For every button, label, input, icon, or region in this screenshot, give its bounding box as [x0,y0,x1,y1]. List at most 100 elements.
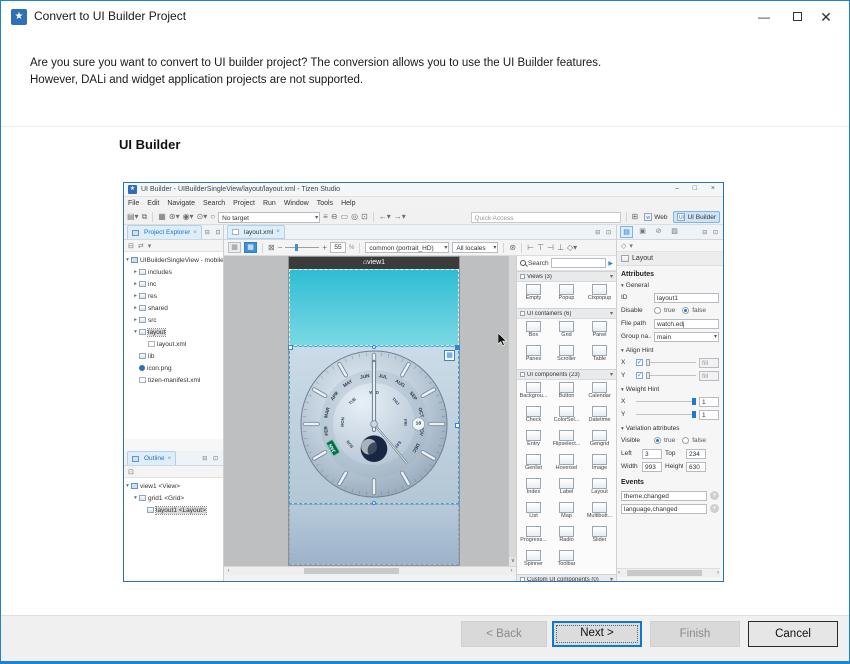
debug-icon[interactable]: ⊛▾ [169,212,180,222]
selection-handle[interactable] [372,501,376,505]
zoom-slider-handle[interactable] [295,244,298,251]
disable-true-radio[interactable] [654,307,661,314]
outline-tab[interactable]: Outline × [127,451,176,465]
selection-handle[interactable] [455,423,460,428]
scroll-left-icon[interactable]: ‹ [224,567,233,575]
zoom-out-icon[interactable]: − [278,243,283,253]
weight-x-slider[interactable] [636,401,696,402]
design-view-toggle-icon[interactable]: ▦ [228,242,241,253]
palette-item[interactable]: Entry [517,429,550,453]
expander-icon[interactable]: ▾ [132,329,139,335]
align-y-slider[interactable] [646,375,696,376]
scrollbar-thumb[interactable] [627,570,702,576]
palette-item[interactable]: Toolbar [550,549,583,573]
collapse-section-icon[interactable]: ▾ [610,273,613,280]
profile-selector[interactable]: common (portrait_HD) [365,242,449,253]
menu-item[interactable]: Navigate [167,200,195,207]
align-right-icon[interactable]: ⊣ [547,243,554,253]
tree-row[interactable]: ▾layout [124,326,223,338]
tree-row[interactable]: icon.png [124,362,223,374]
visible-true-radio[interactable] [654,437,661,444]
next-button[interactable]: Next > [552,621,642,647]
tree-row[interactable]: ▸src [124,314,223,326]
palette-item[interactable]: Grid [550,320,583,344]
palette-section-views[interactable]: Views (3) ▾ [517,271,616,282]
export-tab-icon[interactable]: ▨ [668,226,681,238]
top-field[interactable]: 234 [686,449,706,459]
palette-item[interactable]: Empty [517,283,550,307]
menu-item[interactable]: Help [341,200,355,207]
align-y-value[interactable]: fill [699,371,719,381]
properties-horizontal-scrollbar[interactable]: ‹ › [617,568,720,577]
grid-region[interactable] [289,269,459,346]
expander-icon[interactable]: ▾ [132,495,139,501]
expander-icon[interactable]: ▾ [124,257,131,263]
tree-row[interactable]: ▸includes [124,266,223,278]
expander-icon[interactable]: ▸ [132,305,139,311]
canvas-horizontal-scrollbar[interactable]: ‹ › [224,566,516,575]
tree-row[interactable]: lib [124,350,223,362]
menu-item[interactable]: Search [203,200,225,207]
palette-search-input[interactable] [551,258,607,268]
filter-menu-icon[interactable]: ▾ [629,242,633,250]
cancel-button[interactable]: Cancel [748,621,838,647]
palette-item[interactable]: Hoversel [550,453,583,477]
disable-false-radio[interactable] [682,307,689,314]
menu-item[interactable]: Tools [317,200,333,207]
fit-to-screen-icon[interactable]: ⊠ [268,243,275,253]
palette-item[interactable]: ColorSel... [550,405,583,429]
file-path-field[interactable]: watch.edj [654,319,719,329]
visible-false-radio[interactable] [682,437,689,444]
menu-item[interactable]: File [128,200,139,207]
palette-item[interactable]: Box [517,320,550,344]
palette-item[interactable]: Image [583,453,616,477]
palette-item[interactable]: Gengrid [583,429,616,453]
palette-item[interactable]: Check [517,405,550,429]
palette-section-containers[interactable]: UI containers (6) ▾ [517,308,616,319]
palette-item[interactable]: Panel [583,320,616,344]
tree-row[interactable]: ▸res [124,290,223,302]
slider-handle[interactable] [646,359,650,366]
selection-handle[interactable] [288,345,293,350]
preview-tab-icon[interactable]: ▣ [636,226,649,238]
variation-section-header[interactable]: ▾Variation attributes [621,425,719,432]
perspective-ui-builder[interactable]: UI UI Builder [673,211,720,223]
palette-item[interactable]: Calendar [583,381,616,405]
console-icon[interactable]: ⊡ [361,212,368,222]
quick-access-input[interactable]: Quick Access [471,212,621,223]
scroll-right-icon[interactable]: › [717,569,719,577]
run-icon[interactable]: ◉▾ [183,212,194,222]
palette-item[interactable]: Datetime [583,405,616,429]
tree-row[interactable]: ▸shared [124,302,223,314]
resources-tab-icon[interactable]: ⊘ [652,226,665,238]
close-tab-icon[interactable]: × [276,229,280,235]
menu-item[interactable]: Edit [147,200,159,207]
palette-item[interactable]: Table [583,344,616,368]
target-selector[interactable]: No target [218,212,320,223]
align-left-icon[interactable]: ⊢ [527,243,534,253]
palette-item[interactable]: Label [550,477,583,501]
outline-row[interactable]: layout1 <Layout> [124,504,223,516]
layout-badge-icon[interactable]: ▦ [444,350,455,361]
collapse-section-icon[interactable]: ▾ [610,371,613,378]
weight-y-value[interactable]: 1 [699,410,719,420]
palette-item[interactable]: Flipselect... [550,429,583,453]
id-field[interactable]: layout1 [654,293,719,303]
outline-row[interactable]: ▾grid1 <Grid> [124,492,223,504]
expander-icon[interactable]: ▸ [132,281,139,287]
palette-section-components[interactable]: UI components (23) ▾ [517,369,616,380]
profile-icon[interactable]: ⊙▾ [197,212,208,222]
expander-icon[interactable]: ▸ [132,293,139,299]
general-section-header[interactable]: ▾General [621,282,719,289]
palette-item[interactable]: Button [550,381,583,405]
selection-handle[interactable] [455,345,460,350]
palette-item[interactable]: Progress... [517,525,550,549]
locale-selector[interactable]: All locales [452,242,498,253]
width-field[interactable]: 993 [642,462,662,472]
collapse-all-icon[interactable]: ⊟ [128,242,134,250]
scrollbar-thumb[interactable] [304,568,399,574]
filter-star-icon[interactable]: ◇ [621,242,626,250]
zoom-in-icon[interactable]: + [322,243,327,253]
slider-handle[interactable] [692,398,696,405]
add-event-icon[interactable]: + [710,491,719,500]
